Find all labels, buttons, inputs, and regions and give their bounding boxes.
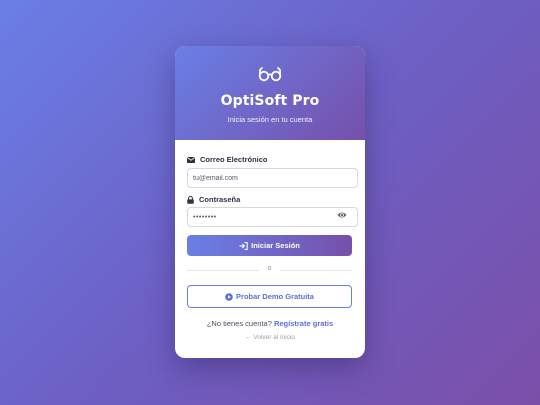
app-title: OptiSoft Pro bbox=[220, 93, 320, 109]
or-divider: o bbox=[187, 265, 352, 272]
app-subtitle: Inicia sesión en tu cuenta bbox=[227, 115, 313, 124]
signup-prompt: ¿No tienes cuenta? Regístrate gratis bbox=[175, 319, 365, 328]
login-card: OptiSoft Pro Inicia sesión en tu cuenta … bbox=[175, 46, 365, 358]
play-circle-icon bbox=[225, 292, 233, 301]
back-home-link[interactable]: ← Volver al inicio bbox=[175, 334, 365, 341]
password-label: Contraseña bbox=[187, 195, 240, 204]
login-button[interactable]: Iniciar Sesión bbox=[187, 235, 352, 256]
sign-in-icon bbox=[239, 241, 248, 250]
envelope-icon bbox=[187, 156, 195, 163]
password-input[interactable] bbox=[187, 207, 358, 227]
demo-button[interactable]: Probar Demo Gratuita bbox=[187, 285, 352, 308]
email-label-text: Correo Electrónico bbox=[200, 155, 268, 164]
email-label: Correo Electrónico bbox=[187, 155, 268, 164]
demo-button-label: Probar Demo Gratuita bbox=[236, 292, 314, 301]
email-input[interactable] bbox=[187, 168, 358, 188]
lock-icon bbox=[187, 195, 194, 204]
card-header: OptiSoft Pro Inicia sesión en tu cuenta bbox=[175, 46, 365, 140]
signup-prompt-text: ¿No tienes cuenta? bbox=[206, 319, 272, 328]
password-label-text: Contraseña bbox=[199, 195, 241, 204]
glasses-icon bbox=[258, 67, 282, 82]
signup-link[interactable]: Regístrate gratis bbox=[274, 319, 333, 328]
login-button-label: Iniciar Sesión bbox=[251, 241, 300, 250]
eye-icon[interactable] bbox=[337, 211, 347, 219]
divider-text: o bbox=[267, 265, 272, 272]
